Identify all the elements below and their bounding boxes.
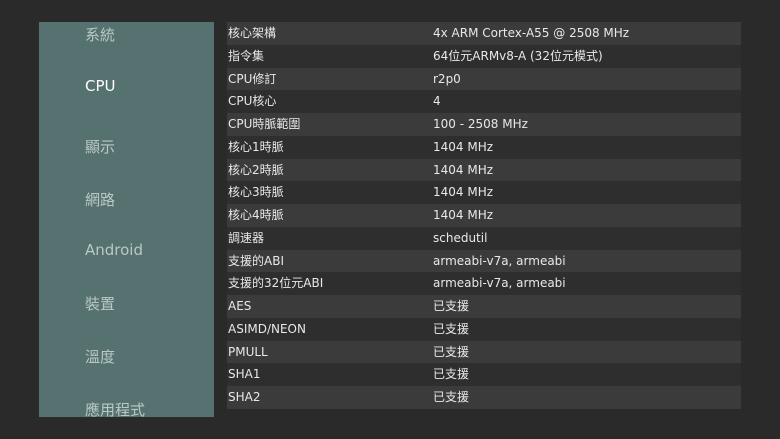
- row-value: 已支援: [433, 321, 470, 336]
- row-value: armeabi-v7a, armeabi: [433, 276, 566, 291]
- category-sidebar: 系統 CPU 顯示 網路 Android 裝置 溫度 應用程式: [39, 22, 214, 417]
- row-value: r2p0: [433, 71, 461, 86]
- info-row-sha1: SHA1 已支援: [227, 363, 741, 386]
- sidebar-item-device[interactable]: 裝置: [85, 293, 115, 314]
- info-row-supported-abi: 支援的ABI armeabi-v7a, armeabi: [227, 249, 741, 273]
- info-row-aes: AES 已支援: [227, 295, 741, 318]
- info-row-cpu-revision: CPU修訂 r2p0: [227, 67, 741, 91]
- row-label: 核心2時脈: [228, 162, 284, 177]
- row-label: ASIMD/NEON: [228, 321, 306, 336]
- row-value: 已支援: [433, 299, 470, 313]
- row-value: 1404 MHz: [433, 139, 494, 154]
- sidebar-item-system[interactable]: 系統: [85, 24, 115, 45]
- row-value: 4x ARM Cortex-A55 @ 2508 MHz: [433, 26, 630, 40]
- row-value: 64位元ARMv8-A (32位元模式): [433, 48, 603, 63]
- row-value: 100 - 2508 MHz: [433, 117, 528, 131]
- info-row-core2-clock: 核心2時脈 1404 MHz: [227, 158, 741, 182]
- row-value: 已支援: [433, 390, 470, 404]
- row-value: 1404 MHz: [433, 208, 494, 222]
- info-row-core1-clock: 核心1時脈 1404 MHz: [227, 135, 741, 159]
- info-row-pmull: PMULL 已支援: [227, 340, 741, 364]
- row-label: CPU時脈範圍: [228, 117, 301, 131]
- row-value: 1404 MHz: [433, 185, 494, 200]
- row-label: CPU核心: [228, 94, 277, 109]
- sidebar-item-network[interactable]: 網路: [85, 189, 115, 210]
- row-label: 指令集: [228, 48, 265, 63]
- row-value: 1404 MHz: [433, 162, 494, 177]
- info-row-instruction-set: 指令集 64位元ARMv8-A (32位元模式): [227, 44, 741, 68]
- row-label: 核心架構: [228, 26, 277, 40]
- info-row-supported-32bit-abi: 支援的32位元ABI armeabi-v7a, armeabi: [227, 272, 741, 295]
- row-label: 支援的32位元ABI: [228, 276, 324, 291]
- row-value: 已支援: [433, 367, 470, 382]
- sidebar-item-display[interactable]: 顯示: [85, 136, 115, 157]
- row-label: PMULL: [228, 344, 268, 359]
- row-label: CPU修訂: [228, 71, 277, 86]
- sidebar-item-temperature[interactable]: 溫度: [85, 346, 115, 367]
- row-label: SHA1: [228, 367, 261, 382]
- row-label: 核心4時脈: [228, 208, 284, 222]
- row-label: 調速器: [228, 230, 265, 245]
- cpu-info-table: 核心架構 4x ARM Cortex-A55 @ 2508 MHz 指令集 64…: [227, 22, 741, 409]
- row-value: armeabi-v7a, armeabi: [433, 253, 566, 268]
- sidebar-item-android[interactable]: Android: [85, 241, 143, 259]
- info-row-governor: 調速器 schedutil: [227, 226, 741, 250]
- row-value: schedutil: [433, 230, 488, 245]
- row-label: AES: [228, 299, 252, 313]
- info-row-core3-clock: 核心3時脈 1404 MHz: [227, 181, 741, 204]
- row-label: 核心1時脈: [228, 139, 284, 154]
- row-label: 核心3時脈: [228, 185, 284, 200]
- row-label: SHA2: [228, 390, 261, 404]
- row-value: 已支援: [433, 344, 470, 359]
- info-row-asimd-neon: ASIMD/NEON 已支援: [227, 317, 741, 341]
- row-label: 支援的ABI: [228, 253, 284, 268]
- info-row-core-architecture: 核心架構 4x ARM Cortex-A55 @ 2508 MHz: [227, 22, 741, 45]
- sidebar-item-apps[interactable]: 應用程式: [85, 399, 145, 417]
- info-row-core4-clock: 核心4時脈 1404 MHz: [227, 204, 741, 227]
- info-row-cpu-cores: CPU核心 4: [227, 90, 741, 113]
- row-value: 4: [433, 94, 441, 109]
- sidebar-item-cpu[interactable]: CPU: [85, 77, 116, 95]
- info-row-sha2: SHA2 已支援: [227, 386, 741, 409]
- info-row-clock-range: CPU時脈範圍 100 - 2508 MHz: [227, 113, 741, 136]
